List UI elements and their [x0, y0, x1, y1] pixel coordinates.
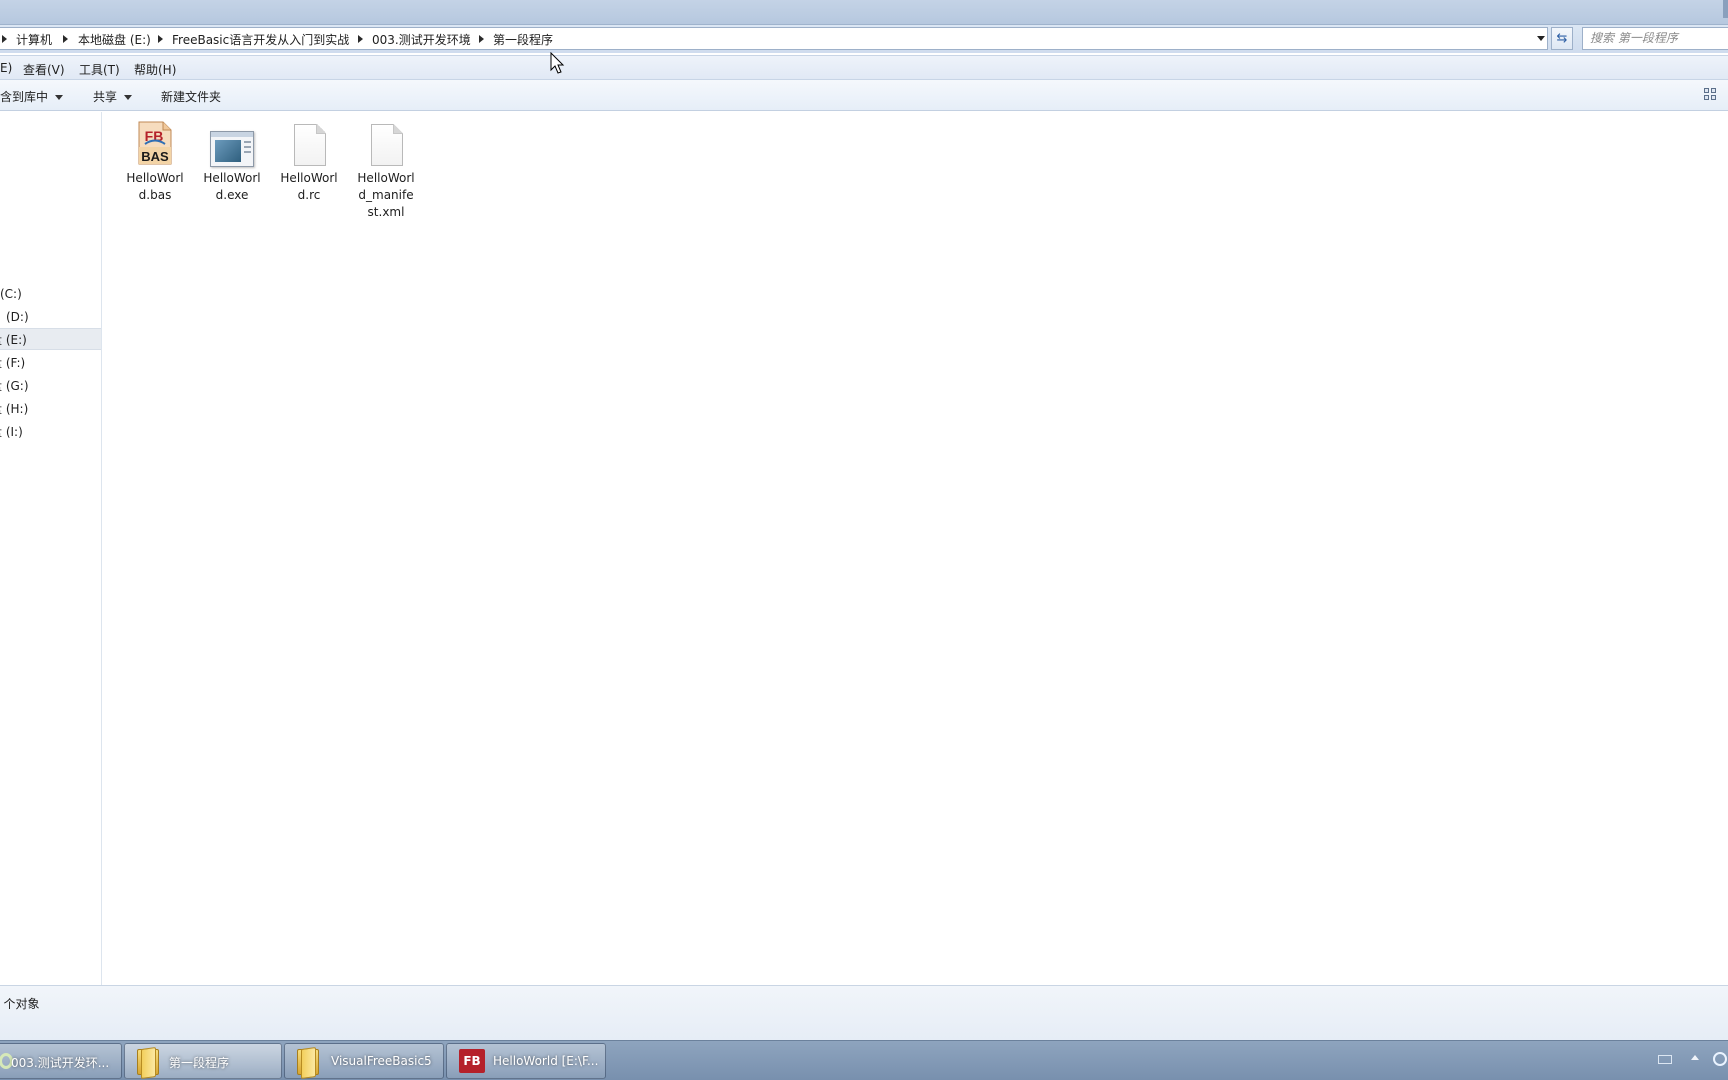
exe-window-icon	[210, 120, 254, 167]
window-title-bar	[0, 0, 1728, 25]
menu-bar: E) 查看(V) 工具(T) 帮助(H)	[0, 55, 1728, 80]
menu-view[interactable]: 查看(V)	[23, 61, 65, 78]
refresh-icon: ⇆	[1556, 31, 1568, 46]
share-label: 共享	[93, 90, 118, 104]
file-item-rc[interactable]: HelloWorld.rc	[273, 120, 345, 204]
file-name: HelloWorld_manifest.xml	[357, 171, 415, 219]
breadcrumb-drive-e[interactable]: 本地磁盘 (E:)	[78, 31, 151, 48]
search-input[interactable]: 搜索 第一段程序	[1582, 27, 1728, 50]
freebasic-icon: FB	[459, 1049, 485, 1073]
blank-document-icon	[366, 120, 406, 166]
include-in-library-label: 包含到库中	[0, 90, 49, 104]
breadcrumb-course-folder[interactable]: FreeBasic语言开发从入门到实战	[172, 31, 349, 48]
tray-expand-icon[interactable]	[1691, 1055, 1699, 1060]
taskbar-item-browser[interactable]: 003.测试开发环...	[0, 1043, 122, 1079]
nav-drive-f[interactable]: 盘 (F:)	[0, 352, 90, 374]
file-item-bas[interactable]: FB BAS HelloWorld.bas	[119, 120, 191, 204]
folder-icon	[137, 1049, 159, 1075]
taskbar-item-current-folder[interactable]: 第一段程序	[124, 1043, 282, 1079]
file-item-manifest[interactable]: HelloWorld_manifest.xml	[350, 120, 422, 221]
address-bar[interactable]: 计算机 本地磁盘 (E:) FreeBasic语言开发从入门到实战 003.测试…	[0, 27, 1548, 50]
freebasic-bas-icon: FB BAS	[135, 120, 175, 166]
menu-help[interactable]: 帮助(H)	[134, 61, 176, 78]
breadcrumb-test-env-folder[interactable]: 003.测试开发环境	[372, 31, 471, 48]
nav-drive-h[interactable]: 盘 (H:)	[0, 398, 90, 420]
breadcrumb-current-folder[interactable]: 第一段程序	[493, 31, 553, 48]
refresh-button[interactable]: ⇆	[1551, 27, 1573, 50]
file-name: HelloWorld.rc	[280, 171, 338, 202]
taskbar-item-label: 003.测试开发环...	[11, 1056, 110, 1070]
keyboard-icon[interactable]	[1658, 1055, 1672, 1064]
drive-label: 盘 (H:)	[0, 402, 29, 416]
file-item-exe[interactable]: HelloWorld.exe	[196, 120, 268, 204]
drive-label: 盘 (E:)	[0, 333, 27, 347]
nav-drive-e[interactable]: 盘 (E:)	[0, 328, 101, 350]
breadcrumb-computer[interactable]: 计算机	[16, 31, 52, 48]
taskbar-item-label: HelloWorld [E:\F...	[493, 1054, 599, 1068]
drive-label: 盘 (G:)	[0, 379, 29, 393]
taskbar-item-label: VisualFreeBasic5	[331, 1054, 432, 1068]
breadcrumb-separator-icon[interactable]	[63, 35, 68, 43]
file-list[interactable]: FB BAS HelloWorld.bas HelloWorld.exe Hel…	[103, 52, 1728, 985]
menu-edit[interactable]: E)	[0, 61, 12, 75]
nav-drive-d[interactable]: (D:)	[0, 306, 100, 328]
bas-file-graphic: FB BAS	[138, 121, 172, 165]
drive-label: 盘 (I:)	[0, 425, 23, 439]
chevron-down-icon	[124, 95, 133, 100]
menu-tools[interactable]: 工具(T)	[79, 61, 120, 78]
new-folder-button[interactable]: 新建文件夹	[161, 88, 221, 105]
drive-label: (C:)	[0, 287, 22, 301]
nav-drive-g[interactable]: 盘 (G:)	[0, 375, 90, 397]
share-button[interactable]: 共享	[93, 88, 133, 105]
breadcrumb-separator-icon[interactable]	[479, 35, 484, 43]
breadcrumb-separator-icon[interactable]	[358, 35, 363, 43]
file-name: HelloWorld.exe	[203, 171, 261, 202]
nav-drive-i[interactable]: 盘 (I:)	[0, 421, 90, 443]
change-view-icon[interactable]	[1704, 88, 1718, 102]
network-icon[interactable]	[1713, 1052, 1727, 1066]
chevron-down-icon	[55, 95, 64, 100]
taskbar: 003.测试开发环... 第一段程序 VisualFreeBasic5 FB H…	[0, 1040, 1728, 1080]
folder-icon	[297, 1049, 319, 1075]
file-name: HelloWorld.bas	[126, 171, 184, 202]
include-in-library-button[interactable]: 包含到库中	[0, 88, 64, 105]
item-count-status: 4 个对象	[0, 997, 40, 1011]
address-history-dropdown[interactable]	[1535, 28, 1548, 49]
breadcrumb-separator-icon[interactable]	[2, 35, 7, 43]
drive-label: 盘 (F:)	[0, 356, 26, 370]
blank-document-icon	[289, 120, 329, 166]
command-bar: 包含到库中 共享 新建文件夹	[0, 80, 1728, 111]
taskbar-item-helloworld[interactable]: FB HelloWorld [E:\F...	[446, 1043, 606, 1079]
breadcrumb-separator-icon[interactable]	[158, 35, 163, 43]
taskbar-item-visualfreebasic[interactable]: VisualFreeBasic5	[284, 1043, 444, 1079]
mouse-cursor-icon	[550, 52, 565, 74]
status-bar: 4 个对象	[0, 985, 1728, 1040]
navigation-pane: (C:) (D:) 盘 (E:) 盘 (F:) 盘 (G:) 盘 (H:) 盘 …	[0, 112, 102, 985]
address-row: 计算机 本地磁盘 (E:) FreeBasic语言开发从入门到实战 003.测试…	[0, 25, 1728, 53]
drive-label: (D:)	[6, 310, 29, 324]
bas-icon-badge-bottom: BAS	[141, 149, 169, 164]
taskbar-item-label: 第一段程序	[169, 1056, 230, 1070]
window-control-edge[interactable]	[1723, 0, 1728, 18]
nav-drive-c[interactable]: (C:)	[0, 283, 100, 305]
